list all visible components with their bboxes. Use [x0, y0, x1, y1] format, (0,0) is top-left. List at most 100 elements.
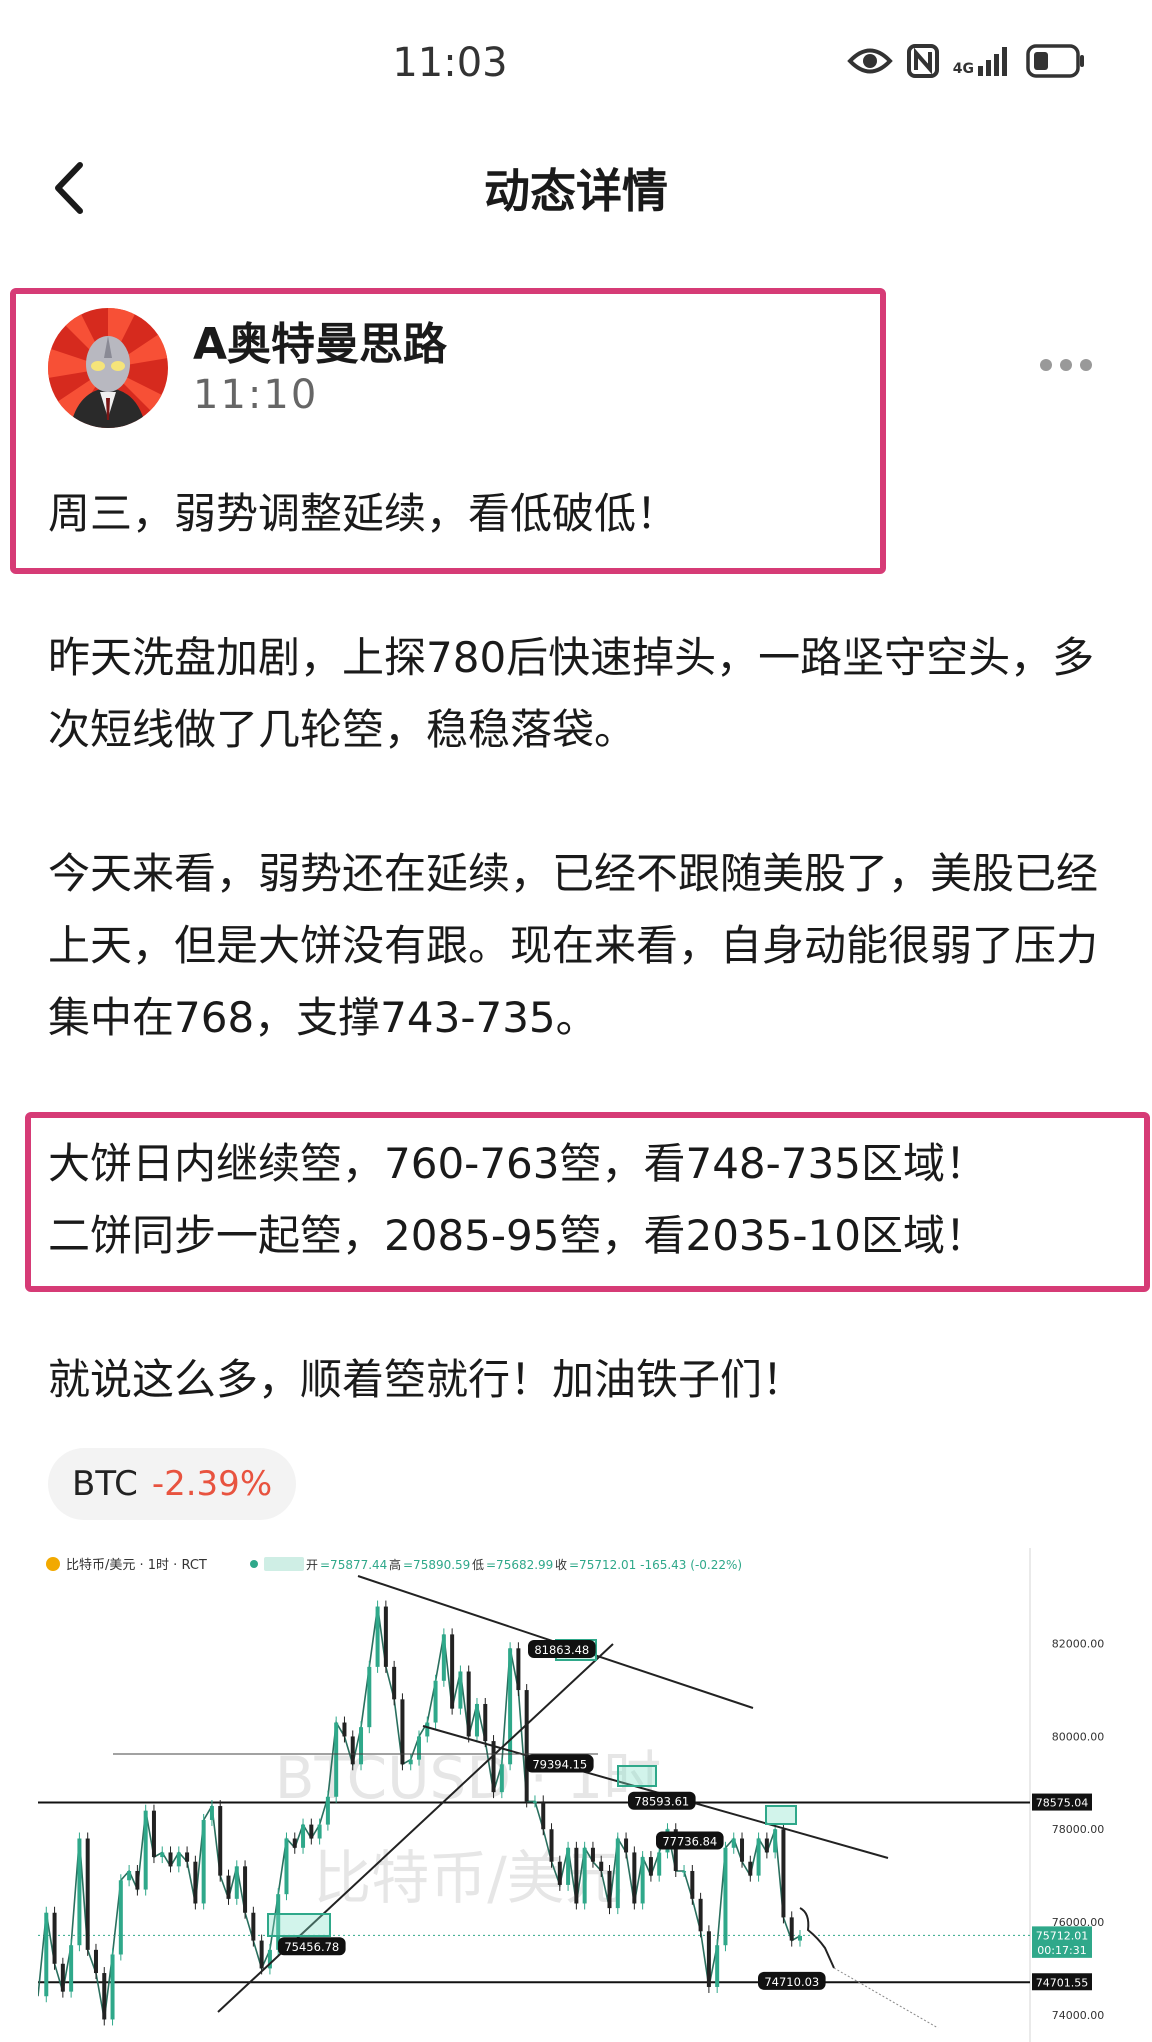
- candle-body: [400, 1699, 405, 1765]
- candle-body: [342, 1722, 347, 1737]
- candle-body: [367, 1666, 372, 1728]
- candle-body: [458, 1671, 463, 1709]
- price-callout-label: 74710.03: [764, 1975, 819, 1989]
- candle-body: [408, 1759, 413, 1765]
- candle-body: [425, 1722, 430, 1737]
- candle-body: [574, 1847, 579, 1904]
- candle-body: [607, 1870, 612, 1909]
- post-paragraph: 今天来看，弱势还在延续，已经不跟随美股了，美股已经上天，但是大饼没有跟。现在来看…: [48, 849, 1099, 1042]
- candle-body: [193, 1861, 198, 1904]
- candle-body: [491, 1741, 496, 1793]
- candle-body: [359, 1727, 364, 1765]
- price-callout-label: 75456.78: [284, 1940, 339, 1954]
- candle-body: [781, 1829, 786, 1918]
- ohlc-high: =75890.59: [403, 1558, 470, 1572]
- candle-body: [127, 1870, 132, 1881]
- y-tick-label: 78000.00: [1052, 1823, 1105, 1836]
- candle-body: [259, 1940, 264, 1969]
- more-options-button[interactable]: [1040, 350, 1100, 380]
- zone-marker: [617, 1765, 657, 1787]
- candle-body: [44, 1912, 49, 1997]
- candle-body: [466, 1671, 471, 1737]
- candle-body: [417, 1736, 421, 1760]
- chart-header: 比特币/美元 · 1时 · RCT: [66, 1558, 207, 1573]
- network-indicator: 4G: [953, 46, 1012, 76]
- candle-body: [532, 1801, 537, 1803]
- candle-body: [632, 1852, 637, 1904]
- candle-body: [499, 1764, 504, 1793]
- candle-body: [740, 1838, 745, 1862]
- page-title: 动态详情: [484, 164, 668, 218]
- more-dot-icon: [1080, 359, 1092, 371]
- candle-body: [798, 1935, 802, 1941]
- post-time: 11:10: [193, 372, 319, 418]
- candle-body: [209, 1806, 214, 1820]
- ohlc-high-label: 高: [389, 1557, 401, 1572]
- candle-body: [582, 1847, 587, 1904]
- candle-body: [706, 1931, 711, 1987]
- signal-icon: [978, 47, 1007, 76]
- status-bar: 11:03 4G: [0, 0, 1152, 135]
- nfc-icon: [906, 44, 939, 78]
- avatar[interactable]: [48, 308, 168, 428]
- zone-marker: [267, 1913, 331, 1937]
- candle-body: [657, 1852, 662, 1876]
- ohlc-close: =75712.01 -165.43 (-0.22%): [569, 1558, 742, 1572]
- candle-body: [566, 1847, 571, 1885]
- candle-body: [441, 1634, 446, 1681]
- candle-body: [292, 1838, 297, 1848]
- candle-body: [85, 1838, 90, 1950]
- candle-body: [690, 1870, 695, 1899]
- candle-body: [599, 1861, 604, 1871]
- battery-icon: [1026, 44, 1084, 78]
- ohlc-low: =75682.99: [486, 1558, 553, 1572]
- candle-body: [541, 1801, 546, 1830]
- candle-body: [682, 1870, 687, 1873]
- candle-body: [450, 1634, 455, 1709]
- candle-body: [251, 1912, 256, 1941]
- candle-body: [118, 1880, 123, 1955]
- strategy-line: 大饼日内继续箜，760-763箜，看748-735区域！: [48, 1139, 987, 1188]
- chart-svg: 比特币/美元 · 1时 · RCT 开 =75877.44 高 =75890.5…: [37, 1548, 1106, 2042]
- candle-body: [474, 1703, 479, 1737]
- candle-body: [69, 1945, 74, 1992]
- candle-body: [648, 1857, 653, 1876]
- candle-body: [549, 1829, 554, 1862]
- candle-body: [160, 1852, 165, 1858]
- candle-body: [350, 1736, 355, 1765]
- candle-body: [176, 1852, 181, 1867]
- price-callout-label: 78593.61: [634, 1795, 689, 1809]
- candle-body: [77, 1838, 82, 1946]
- candle-body: [234, 1866, 239, 1899]
- candle-body: [102, 1973, 107, 2020]
- ohlc-open-label: 开: [306, 1558, 318, 1572]
- status-icons: 4G: [847, 44, 1086, 78]
- axis-price-tag-label: 78575.04: [1036, 1797, 1089, 1810]
- candle-body: [590, 1847, 595, 1862]
- bitcoin-icon: [46, 1557, 60, 1571]
- ohlc-open: =75877.44: [320, 1558, 387, 1572]
- candle-body: [93, 1949, 98, 1974]
- ohlc-low-label: 低: [472, 1558, 484, 1572]
- candle-body: [226, 1875, 231, 1899]
- axis-price-tag-label: 75712.01: [1036, 1929, 1089, 1942]
- author-name[interactable]: A奥特曼思路: [193, 308, 447, 372]
- candle-body: [52, 1912, 57, 1964]
- more-dot-icon: [1040, 359, 1052, 371]
- candle-body: [325, 1796, 330, 1825]
- candle-body: [698, 1898, 703, 1932]
- eye-icon: [847, 48, 893, 74]
- y-tick-label: 80000.00: [1052, 1730, 1105, 1743]
- candle-body: [615, 1838, 620, 1909]
- more-dot-icon: [1060, 359, 1072, 371]
- price-chart[interactable]: 比特币/美元 · 1时 · RCT 开 =75877.44 高 =75890.5…: [37, 1548, 1106, 2042]
- candle-body: [764, 1838, 769, 1853]
- axis-price-tag-label: 00:17:31: [1037, 1944, 1086, 1957]
- coin-tag[interactable]: BTC -2.39%: [48, 1448, 297, 1520]
- candle-body: [301, 1824, 306, 1848]
- y-tick-label: 82000.00: [1052, 1638, 1105, 1651]
- ohlc-close-label: 收: [555, 1558, 567, 1572]
- candle-body: [773, 1829, 778, 1853]
- candle-body: [392, 1666, 397, 1700]
- candle-body: [143, 1810, 148, 1890]
